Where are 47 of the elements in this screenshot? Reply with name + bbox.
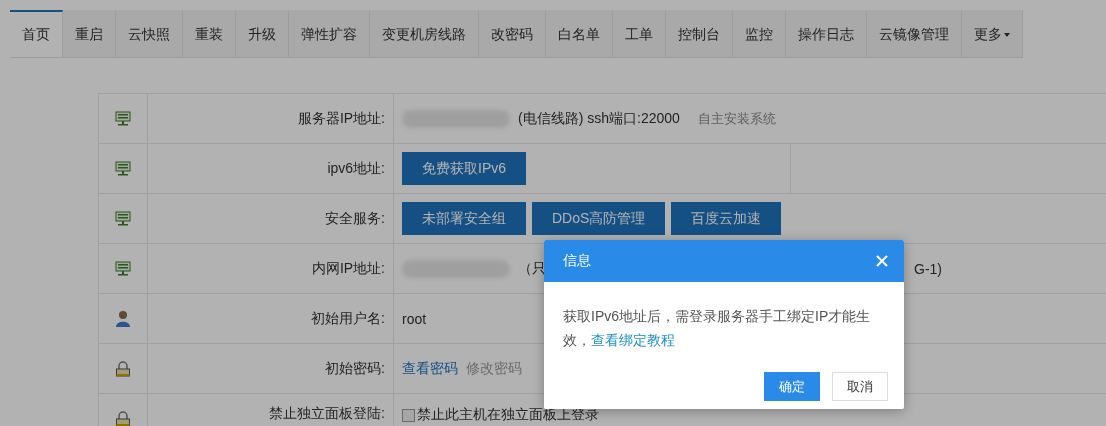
- username-text: root: [402, 310, 427, 327]
- monitor-icon: [115, 161, 131, 176]
- tab[interactable]: 云镜像管理: [867, 10, 962, 57]
- monitor-icon: [115, 261, 131, 276]
- checkbox[interactable]: [402, 408, 415, 422]
- field-label: 禁止独立面板登陆:: [269, 405, 385, 423]
- close-icon[interactable]: [876, 255, 888, 267]
- person-icon: [115, 310, 131, 327]
- field-label: 服务器IP地址:: [297, 109, 385, 128]
- field-label: 初始用户名:: [311, 309, 385, 328]
- more-menu-tab[interactable]: 更多: [962, 10, 1023, 57]
- link[interactable]: 查看密码: [402, 359, 458, 378]
- tab[interactable]: 升级: [236, 10, 289, 57]
- tab[interactable]: 重装: [183, 10, 236, 57]
- tab[interactable]: 首页: [10, 10, 63, 57]
- action-button[interactable]: 未部署安全组: [402, 202, 526, 235]
- monitor-icon: [115, 111, 131, 126]
- tab[interactable]: 重启: [63, 10, 116, 57]
- field-label: ipv6地址:: [327, 159, 385, 178]
- address-text: (电信线路) ssh端口:22000: [518, 109, 680, 128]
- dialog-message: 获取IPv6地址后，需登录服务器手工绑定IP才能生效，查看绑定教程: [562, 307, 872, 350]
- field-label: 安全服务:: [325, 209, 385, 228]
- confirm-button[interactable]: 确定: [764, 372, 820, 401]
- dialog-title: 信息: [563, 252, 591, 270]
- tab[interactable]: 控制台: [666, 10, 733, 57]
- tab[interactable]: 监控: [733, 10, 786, 57]
- tab[interactable]: 白名单: [546, 10, 613, 57]
- address-text: （只: [518, 259, 546, 278]
- tab[interactable]: 变更机房线路: [370, 10, 479, 57]
- tab[interactable]: 弹性扩容: [289, 10, 370, 57]
- action-button[interactable]: DDoS高防管理: [532, 202, 666, 235]
- field-label: 初始密码:: [325, 359, 385, 378]
- address-text: G-1): [914, 260, 942, 277]
- cancel-button[interactable]: 取消: [832, 372, 888, 401]
- tab[interactable]: 改密码: [479, 10, 546, 57]
- action-button[interactable]: 百度云加速: [671, 202, 782, 235]
- tab[interactable]: 工单: [613, 10, 666, 57]
- tab[interactable]: 云快照: [116, 10, 183, 57]
- tab[interactable]: 操作日志: [786, 10, 867, 57]
- monitor-icon: [115, 211, 131, 226]
- tutorial-link[interactable]: 查看绑定教程: [591, 332, 675, 348]
- lock-icon: [115, 360, 131, 377]
- install-note: 自主安装系统: [697, 109, 776, 128]
- caret-icon: [1004, 32, 1010, 37]
- lock-icon: [115, 410, 131, 426]
- action-button[interactable]: 免费获取IPv6: [402, 152, 526, 185]
- field-label: 内网IP地址:: [311, 259, 385, 278]
